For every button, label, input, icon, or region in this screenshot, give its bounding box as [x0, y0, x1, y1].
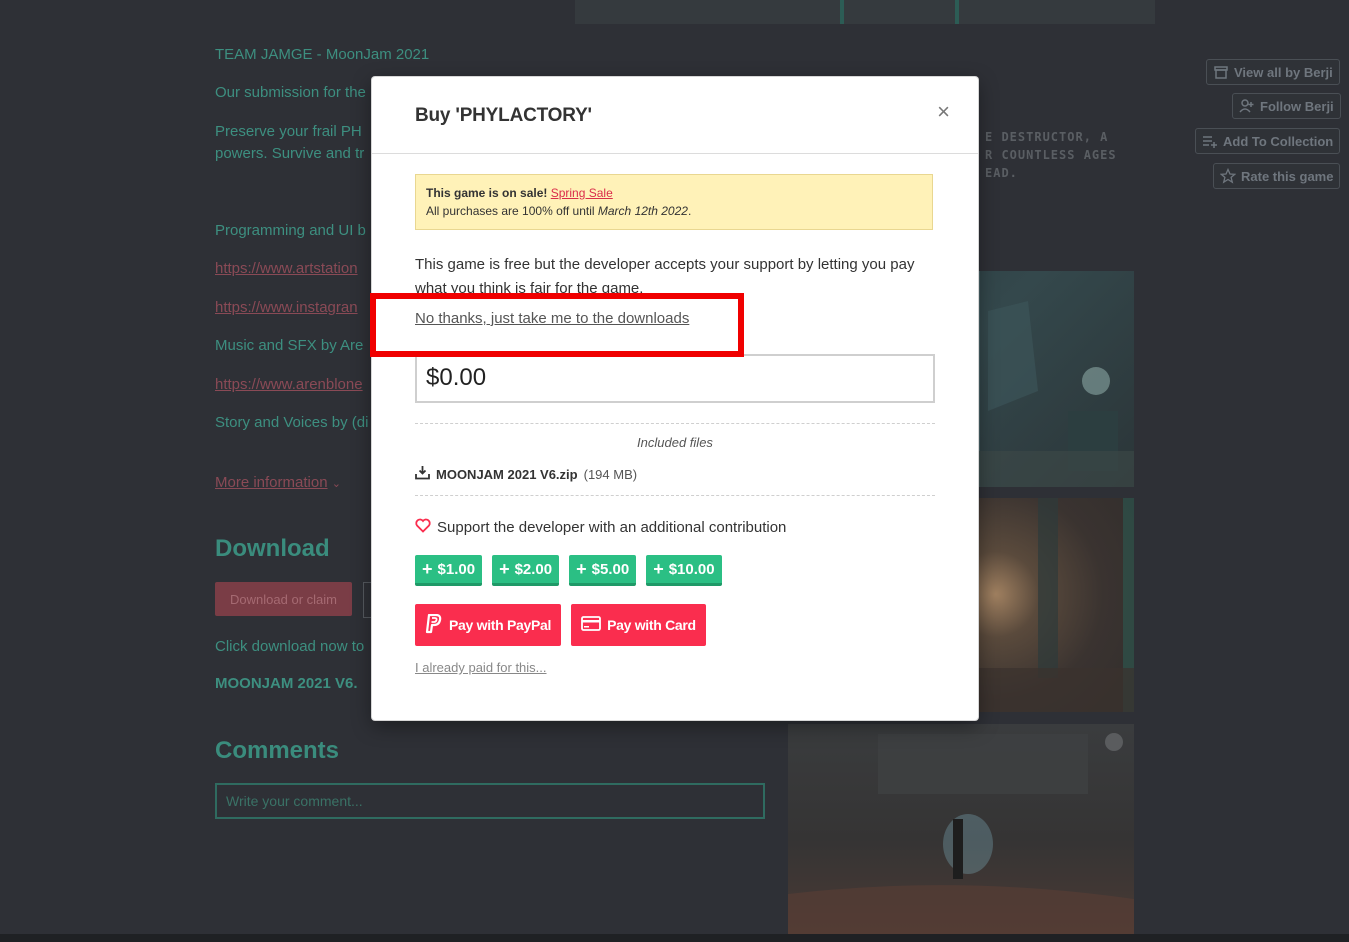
story-line: Story and Voices by (di — [215, 414, 369, 431]
rate-game-label: Rate this game — [1241, 168, 1334, 184]
tip-1-label: $1.00 — [437, 560, 476, 578]
chevron-down-icon: ⌄ — [331, 478, 341, 490]
preserve-line-1: Preserve your frail PH — [215, 123, 362, 140]
divider — [415, 423, 935, 424]
buy-modal: Buy 'PHYLACTORY' × This game is on sale!… — [372, 77, 978, 720]
sale-prefix: This game is on sale! — [426, 186, 548, 200]
sale-line-2-suffix: . — [687, 204, 692, 218]
music-line: Music and SFX by Are — [215, 337, 364, 354]
spring-sale-link[interactable]: Spring Sale — [551, 186, 613, 200]
star-icon — [1219, 167, 1237, 184]
tip-1-button[interactable]: + $1.00 — [415, 555, 483, 586]
included-file-row: MOONJAM 2021 V6.zip (194 MB) — [415, 466, 637, 483]
add-to-collection-button[interactable]: Add To Collection — [1195, 128, 1341, 154]
included-files-label: Included files — [637, 435, 713, 450]
file-short-name: MOONJAM 2021 V6. — [215, 675, 358, 692]
view-all-button[interactable]: View all by Berji — [1206, 59, 1340, 85]
pay-with-card-button[interactable]: Pay with Card — [571, 604, 706, 646]
paypal-icon — [425, 613, 443, 637]
aren-link[interactable]: https://www.arenblone — [215, 376, 363, 393]
plus-icon: + — [653, 559, 664, 579]
list-plus-icon — [1202, 133, 1218, 149]
support-row: Support the developer with an additional… — [415, 518, 786, 537]
download-heading: Download — [215, 535, 330, 562]
preserve-line-2: powers. Survive and tr — [215, 145, 365, 162]
deco-line: E DESTRUCTOR, A — [985, 130, 1109, 144]
top-banner-image — [575, 0, 1155, 24]
follow-label: Follow Berji — [1260, 98, 1334, 114]
plus-icon: + — [576, 559, 587, 579]
more-information-label: More information — [215, 474, 328, 491]
modal-header: Buy 'PHYLACTORY' × — [372, 77, 978, 154]
close-icon[interactable]: × — [937, 101, 950, 123]
sale-line-2: All purchases are 100% off until March 1… — [426, 202, 922, 220]
tip-5-label: $5.00 — [591, 560, 630, 578]
screenshot-3-art — [788, 733, 1134, 934]
more-information-link[interactable]: More information ⌄ — [215, 474, 341, 491]
bottom-bar — [0, 934, 1349, 942]
artstation-link[interactable]: https://www.artstation — [215, 260, 358, 277]
click-download-line: Click download now to — [215, 638, 365, 655]
no-thanks-download-link[interactable]: No thanks, just take me to the downloads — [415, 310, 689, 327]
sale-line-1: This game is on sale! Spring Sale — [426, 184, 922, 202]
comments-heading: Comments — [215, 737, 340, 764]
tip-10-label: $10.00 — [668, 560, 715, 578]
instagram-link[interactable]: https://www.instagran — [215, 299, 358, 316]
team-line: TEAM JAMGE - MoonJam 2021 — [215, 46, 430, 63]
pay-with-card-label: Pay with Card — [607, 617, 696, 633]
game-deco-text: E DESTRUCTOR, A R COUNTLESS AGES EAD. — [985, 128, 1117, 182]
payment-buttons: Pay with PayPal Pay with Card — [415, 604, 706, 646]
already-paid-link[interactable]: I already paid for this... — [415, 660, 547, 675]
pay-with-paypal-button[interactable]: Pay with PayPal — [415, 604, 562, 646]
tip-buttons: + $1.00 + $2.00 + $5.00 + $10.00 — [415, 555, 722, 586]
download-icon — [415, 466, 430, 483]
view-all-label: View all by Berji — [1234, 64, 1333, 80]
free-game-description: This game is free but the developer acce… — [415, 256, 915, 293]
pay-with-paypal-label: Pay with PayPal — [449, 617, 552, 633]
rate-game-button[interactable]: Rate this game — [1213, 163, 1341, 189]
divider — [415, 495, 935, 496]
deco-line: EAD. — [985, 166, 1018, 180]
screenshot-3[interactable] — [788, 724, 1134, 934]
heart-icon — [415, 518, 431, 537]
add-to-collection-label: Add To Collection — [1223, 133, 1334, 149]
file-name: MOONJAM 2021 V6.zip — [436, 467, 578, 482]
user-plus-icon — [1239, 98, 1255, 114]
tip-10-button[interactable]: + $10.00 — [646, 555, 722, 586]
deco-line: R COUNTLESS AGES — [985, 148, 1117, 162]
sale-line-2-prefix: All purchases are 100% off until — [426, 204, 595, 218]
follow-button[interactable]: Follow Berji — [1232, 93, 1341, 119]
plus-icon: + — [499, 559, 510, 579]
download-or-claim-button[interactable]: Download or claim — [215, 582, 352, 616]
store-icon — [1213, 64, 1229, 80]
support-text: Support the developer with an additional… — [437, 519, 787, 536]
modal-title: Buy 'PHYLACTORY' — [415, 105, 592, 126]
sale-end-date: March 12th 2022 — [597, 204, 688, 218]
file-size: (194 MB) — [583, 467, 638, 482]
credit-card-icon — [581, 616, 602, 634]
banner-bar — [955, 0, 959, 24]
plus-icon: + — [422, 559, 433, 579]
comment-input[interactable]: Write your comment... — [215, 783, 765, 819]
programming-line: Programming and UI b — [215, 222, 366, 239]
banner-bar — [840, 0, 844, 24]
sale-notice: This game is on sale! Spring Sale All pu… — [415, 174, 933, 230]
submission-line: Our submission for the — [215, 84, 366, 101]
tip-2-button[interactable]: + $2.00 — [492, 555, 560, 586]
tip-5-button[interactable]: + $5.00 — [569, 555, 637, 586]
price-input[interactable]: $0.00 — [415, 354, 935, 403]
tip-2-label: $2.00 — [514, 560, 553, 578]
